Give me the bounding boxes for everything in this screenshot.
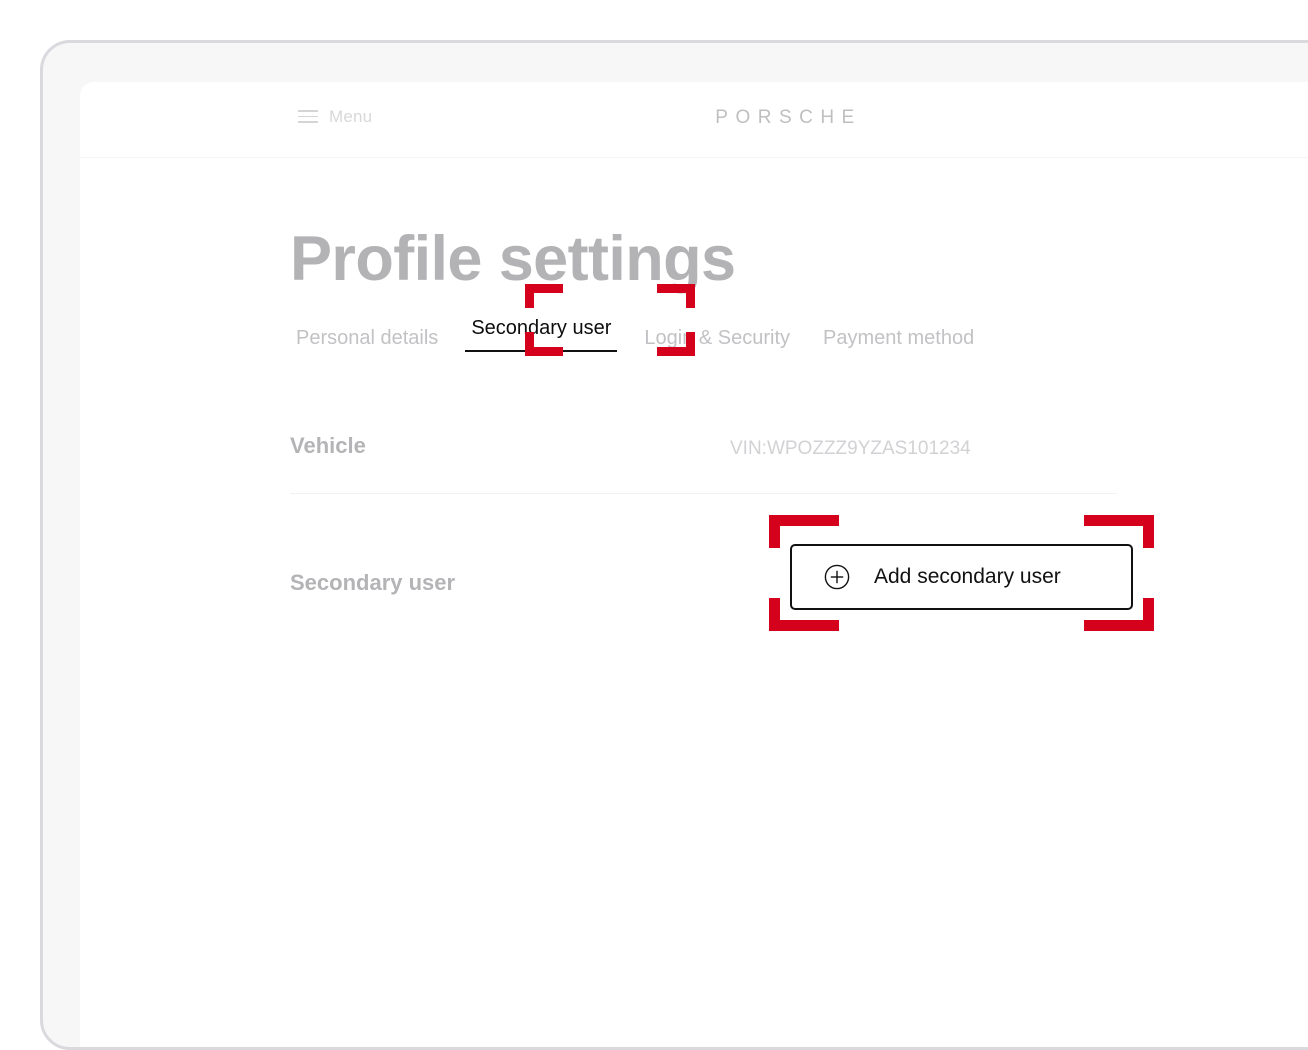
main-content: Profile settings Personal details Second…	[80, 158, 1308, 631]
vehicle-vin-value: VIN:WPOZZZ9YZAS101234	[730, 438, 971, 459]
secondary-user-label: Secondary user	[290, 569, 456, 595]
vehicle-label: Vehicle	[290, 433, 366, 458]
page-title: Profile settings	[290, 224, 736, 294]
porsche-logo: PORSCHE	[715, 107, 862, 128]
row-secondary-user: Secondary user Add secondary user	[290, 514, 1154, 631]
detail-rows: Vehicle VIN:WPOZZZ9YZAS101234 Secondary …	[290, 433, 1308, 631]
tab-personal-details[interactable]: Personal details	[290, 327, 444, 352]
add-secondary-user-button[interactable]: Add secondary user	[790, 543, 1133, 610]
tab-login-security[interactable]: Login & Security	[638, 327, 796, 352]
tab-payment-method[interactable]: Payment method	[817, 327, 980, 352]
page-surface: Menu PORSCHE Profile settings Personal d…	[80, 82, 1308, 1047]
tab-bar: Personal details Secondary user Login & …	[290, 284, 1308, 356]
row-vehicle: Vehicle VIN:WPOZZZ9YZAS101234	[290, 433, 1117, 494]
plus-circle-icon	[824, 564, 850, 590]
app-window: Menu PORSCHE Profile settings Personal d…	[40, 40, 1308, 1050]
add-secondary-user-label: Add secondary user	[874, 565, 1061, 589]
site-header: Menu PORSCHE	[80, 82, 1308, 158]
tab-secondary-user[interactable]: Secondary user	[465, 317, 618, 352]
add-secondary-user-wrap: Add secondary user	[769, 514, 1154, 631]
